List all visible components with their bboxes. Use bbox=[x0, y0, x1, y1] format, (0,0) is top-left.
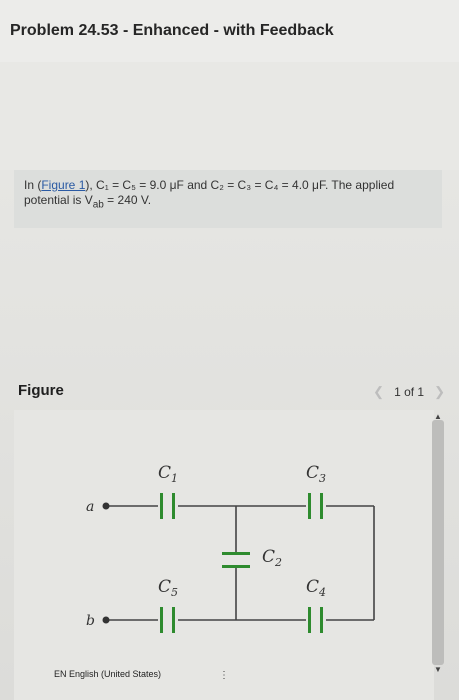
problem-tail: = 240 V. bbox=[103, 193, 152, 207]
capacitor-c1-plate-left bbox=[160, 493, 163, 519]
capacitor-c5-plate-right bbox=[172, 607, 175, 633]
figure-scrollbar[interactable] bbox=[432, 420, 444, 665]
terminal-a-label: a bbox=[86, 499, 94, 515]
figure-pager: ❮ 1 of 1 ❯ bbox=[373, 384, 445, 400]
problem-prefix: In ( bbox=[24, 178, 42, 192]
circuit-diagram: a b C1 C3 C2 C5 C4 bbox=[86, 463, 375, 633]
figure-label: Figure bbox=[18, 382, 64, 399]
figure-header: Figure ❮ 1 of 1 ❯ bbox=[0, 372, 459, 408]
screen: Problem 24.53 - Enhanced - with Feedback… bbox=[0, 0, 459, 700]
c5-label: C5 bbox=[158, 577, 178, 599]
terminal-a-dot bbox=[102, 502, 110, 510]
figure-panel: a b C1 C3 C2 C5 C4 bbox=[14, 410, 434, 700]
capacitor-plates bbox=[160, 493, 323, 633]
problem-title: Problem 24.53 - Enhanced - with Feedback bbox=[10, 22, 334, 39]
capacitor-c2-plate-top bbox=[222, 552, 250, 555]
c1-label: C1 bbox=[158, 463, 178, 485]
language-bar: EN English (United States) ⋮ bbox=[14, 666, 234, 686]
problem-statement: In (Figure 1), C₁ = C₅ = 9.0 μF and C₂ =… bbox=[24, 178, 434, 212]
terminal-b-dot bbox=[102, 616, 110, 624]
figure-page-count: 1 of 1 bbox=[394, 385, 425, 399]
c2-label: C2 bbox=[262, 547, 282, 569]
figure-link[interactable]: Figure 1 bbox=[41, 178, 85, 192]
previous-figure-icon[interactable]: ❮ bbox=[373, 384, 384, 400]
circuit-wires bbox=[106, 505, 375, 621]
capacitor-c3-plate-right bbox=[320, 493, 323, 519]
c3-label: C3 bbox=[306, 463, 326, 485]
terminal-b-label: b bbox=[86, 613, 95, 629]
potential-subscript: ab bbox=[92, 199, 104, 211]
title-bar: Problem 24.53 - Enhanced - with Feedback bbox=[0, 0, 459, 63]
capacitor-c1-plate-right bbox=[172, 493, 175, 519]
capacitor-c3-plate-left bbox=[308, 493, 311, 519]
scroll-down-icon[interactable]: ▼ bbox=[432, 665, 444, 675]
capacitor-c4-plate-left bbox=[308, 607, 311, 633]
next-figure-icon[interactable]: ❯ bbox=[434, 384, 445, 400]
capacitor-c2-plate-bottom bbox=[222, 565, 250, 568]
capacitor-c5-plate-left bbox=[160, 607, 163, 633]
c4-label: C4 bbox=[306, 577, 326, 599]
blank-area bbox=[0, 62, 459, 170]
capacitor-c4-plate-right bbox=[320, 607, 323, 633]
problem-statement-box: In (Figure 1), C₁ = C₅ = 9.0 μF and C₂ =… bbox=[14, 170, 442, 228]
language-indicator[interactable]: EN English (United States) bbox=[54, 669, 161, 679]
accessibility-icon[interactable]: ⋮ bbox=[219, 670, 229, 681]
